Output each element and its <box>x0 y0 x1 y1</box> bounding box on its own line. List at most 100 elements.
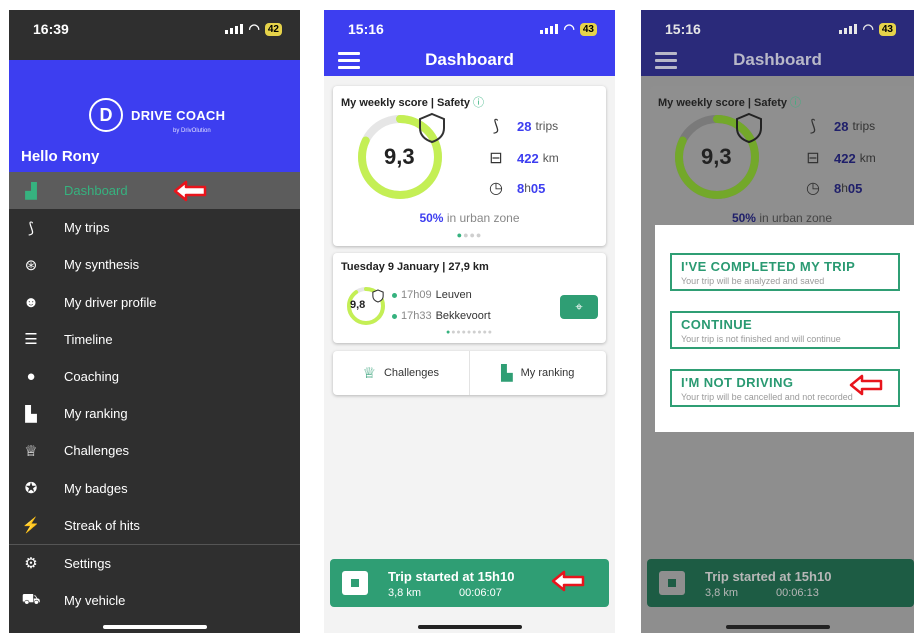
brand-subtitle: by DrivOlution <box>173 128 211 134</box>
shield-icon <box>736 112 762 144</box>
map-pin-icon: ⌖ <box>575 299 583 314</box>
menu-item-label: My ranking <box>64 406 128 422</box>
car-icon: ⛟ <box>21 591 41 609</box>
menu-item-timeline[interactable]: ☰ Timeline <box>9 321 300 358</box>
stop-trip-button <box>659 571 685 595</box>
weekly-score-title: My weekly score | Safety ⓘ <box>658 97 802 109</box>
menu-item-driver-profile[interactable]: ☻ My driver profile <box>9 284 300 321</box>
menu-item-streak-of-hits[interactable]: ⚡ Streak of hits <box>9 507 300 544</box>
wifi-icon: ◠ <box>862 21 874 36</box>
status-bar: 15:16 ◠ 43 <box>641 10 914 48</box>
menu-item-label: Timeline <box>64 331 113 347</box>
status-time: 16:39 <box>33 21 69 37</box>
option-subtitle: Your trip will be cancelled and not reco… <box>681 392 853 402</box>
menu-item-my-badges[interactable]: ✪ My badges <box>9 470 300 507</box>
menu-item-label: Settings <box>64 555 111 571</box>
medal-icon: ✪ <box>24 480 38 498</box>
start-dot-icon <box>392 292 397 298</box>
home-indicator <box>417 625 522 629</box>
continue-trip-option[interactable]: CONTINUE Your trip is not finished and w… <box>670 311 900 349</box>
challenges-link[interactable]: ♕ Challenges <box>333 351 470 395</box>
last-trip-card[interactable]: Tuesday 9 January | 27,9 km 9,8 17h09 Leu… <box>333 253 606 343</box>
trip-score-value: 9,8 <box>350 299 366 311</box>
trophy-icon: ♕ <box>362 365 376 382</box>
option-subtitle: Your trip is not finished and will conti… <box>681 334 841 344</box>
phone-screen-menu: 16:39 ◠ 42 D DRIVE COACH by DrivOlution … <box>9 10 300 633</box>
option-title: CONTINUE <box>681 317 753 332</box>
complete-trip-option[interactable]: I'VE COMPLETED MY TRIP Your trip will be… <box>670 253 900 291</box>
last-trip-title: Tuesday 9 January | 27,9 km <box>341 261 489 273</box>
signal-icon <box>539 24 558 34</box>
stat-trips: ⟆ 28 trips <box>800 116 875 136</box>
home-indicator <box>102 625 207 629</box>
menu-item-my-vehicle[interactable]: ⛟ My vehicle <box>9 582 300 619</box>
stop-trip-button[interactable] <box>342 571 368 595</box>
route-icon: ⟆ <box>28 219 34 237</box>
stat-distance: ⊟ 422 km <box>483 148 558 168</box>
trip-map-button[interactable]: ⌖ <box>560 295 598 319</box>
weekly-score-value: 9,3 <box>384 144 415 169</box>
info-icon: ⓘ <box>790 97 802 109</box>
chat-bubble-icon: ● <box>26 368 36 386</box>
option-title: I'VE COMPLETED MY TRIP <box>681 259 856 274</box>
status-time: 15:16 <box>665 21 701 37</box>
wifi-icon: ◠ <box>563 21 575 36</box>
bar-chart-icon: ▟ <box>25 182 37 200</box>
weekly-score-value: 9,3 <box>701 144 732 169</box>
gear-icon: ⚙ <box>24 555 38 573</box>
ranking-link[interactable]: ▙ My ranking <box>470 351 607 395</box>
phone-screen-end-trip: 15:16 ◠ 43 Dashboard My weekly score | S… <box>641 10 914 633</box>
active-trip-bar: Trip started at 15h10 3,8 km 00:06:13 <box>647 559 914 607</box>
red-arrow-annotation-icon <box>551 570 585 592</box>
stat-distance: ⊟ 422 km <box>800 148 875 168</box>
weekly-score-card[interactable]: My weekly score | Safety ⓘ 9,3 ⟆ 28 trips ⊟… <box>333 86 606 246</box>
route-icon: ⟆ <box>809 118 817 135</box>
option-title: I'M NOT DRIVING <box>681 375 794 390</box>
podium-icon: ▙ <box>25 405 37 423</box>
trip-end: 17h33 Bekkevoort <box>392 310 491 322</box>
battery-icon: 43 <box>579 22 597 36</box>
timeline-icon: ☰ <box>24 331 38 349</box>
menu-item-settings[interactable]: ⚙ Settings <box>9 545 300 582</box>
menu-item-label: My vehicle <box>64 593 126 609</box>
wifi-icon: ◠ <box>248 21 260 36</box>
menu-item-my-ranking[interactable]: ▙ My ranking <box>9 395 300 432</box>
stopwatch-icon: ◷ <box>806 180 820 197</box>
option-subtitle: Your trip will be analyzed and saved <box>681 276 825 286</box>
page-title: Dashboard <box>733 50 822 69</box>
urban-zone-stat: 50% in urban zone <box>731 211 833 225</box>
menu-item-label: My synthesis <box>64 257 140 273</box>
status-time: 15:16 <box>348 21 384 37</box>
stopwatch-icon: ◷ <box>489 180 503 197</box>
app-header: 15:16 ◠ 43 Dashboard <box>641 10 914 76</box>
stat-duration: ◷ 8 h 05 <box>800 178 866 198</box>
signal-icon <box>224 24 243 34</box>
menu-item-challenges[interactable]: ♕ Challenges <box>9 432 300 469</box>
stop-icon <box>668 579 676 587</box>
stop-icon <box>351 579 359 587</box>
info-icon[interactable]: ⓘ <box>473 97 484 109</box>
trip-bar-distance: 3,8 km <box>388 587 422 599</box>
menu-item-label: Challenges <box>64 443 130 459</box>
shield-icon <box>419 112 445 144</box>
menu-item-label: My trips <box>64 220 110 236</box>
trip-bar-distance: 3,8 km <box>705 587 739 599</box>
menu-item-dashboard[interactable]: ▟ Dashboard <box>9 172 300 210</box>
end-dot-icon <box>392 313 397 319</box>
menu-item-label: My driver profile <box>64 294 157 310</box>
trip-bar-elapsed: 00:06:07 <box>459 587 502 599</box>
logo-badge-icon: D <box>89 98 123 132</box>
menu-item-my-synthesis[interactable]: ⊛ My synthesis <box>9 246 300 283</box>
menu-item-coaching[interactable]: ● Coaching <box>9 358 300 395</box>
route-icon: ⟆ <box>492 118 500 135</box>
menu-item-my-trips[interactable]: ⟆ My trips <box>9 209 300 246</box>
trophy-icon: ♕ <box>24 442 38 460</box>
shield-icon <box>372 289 384 303</box>
stairs-icon: ⚡ <box>21 517 41 535</box>
trip-bar-elapsed: 00:06:13 <box>776 587 819 599</box>
home-indicator <box>725 625 830 629</box>
brand-name: DRIVE COACH <box>131 107 226 123</box>
weekly-score-card: My weekly score | Safety ⓘ 9,3 ⟆ 28 trips ⊟… <box>650 86 914 226</box>
quick-links-card: ♕ Challenges ▙ My ranking <box>333 351 606 395</box>
app-header: 15:16 ◠ 43 Dashboard <box>324 10 615 76</box>
